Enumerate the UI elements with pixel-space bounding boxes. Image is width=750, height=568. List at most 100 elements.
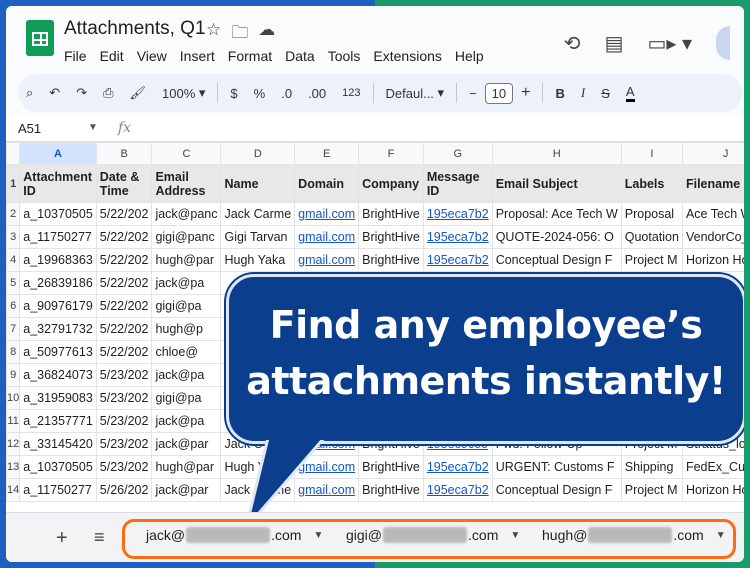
table-cell[interactable]: Project M (620, 478, 683, 502)
table-cell[interactable]: BrightHive (358, 248, 424, 272)
meet-video-icon[interactable]: ▭▸ ▾ (647, 31, 692, 56)
redo-icon[interactable]: ↷ (68, 85, 95, 101)
chevron-down-icon[interactable]: ▼ (88, 122, 98, 133)
version-history-icon[interactable]: ⟲ (564, 31, 581, 56)
column-header[interactable]: G (422, 142, 493, 165)
table-cell[interactable]: BrightHive (358, 478, 424, 502)
row-number[interactable]: 4 (6, 248, 21, 272)
table-cell[interactable]: Project M (620, 248, 683, 272)
bold-button[interactable]: B (547, 86, 572, 101)
table-cell[interactable]: 5/22/202 (95, 317, 153, 341)
table-cell[interactable]: gmail.com (294, 248, 360, 272)
table-cell[interactable]: 5/23/202 (95, 432, 153, 456)
table-cell[interactable]: a_11750277 (19, 478, 97, 502)
cloud-status-icon[interactable]: ☁ (258, 20, 275, 49)
move-to-folder-icon[interactable]: 🗀 (231, 20, 248, 49)
table-cell[interactable]: 195eca7b2 (422, 248, 493, 272)
header-cell[interactable]: Email Address (151, 164, 222, 203)
table-cell[interactable]: 195eca7b2 (422, 478, 493, 502)
table-cell[interactable]: FedEx_Custo (681, 455, 744, 479)
table-cell[interactable]: gmail.com (294, 202, 360, 226)
table-cell[interactable]: Horizon Hote (681, 478, 744, 502)
table-cell[interactable]: 195eca7b2 (422, 202, 493, 226)
table-cell[interactable]: a_11750277 (19, 225, 97, 249)
font-size-input[interactable]: 10 (484, 82, 514, 104)
row-number[interactable]: 7 (6, 317, 21, 341)
menu-tools[interactable]: Tools (328, 48, 361, 64)
all-sheets-menu-icon[interactable]: ≡ (94, 527, 105, 548)
row-number[interactable]: 5 (6, 271, 21, 295)
row-number[interactable]: 8 (6, 340, 21, 364)
table-cell[interactable]: a_26839186 (19, 271, 97, 295)
table-cell[interactable]: hugh@par (151, 455, 222, 479)
percent-format-button[interactable]: % (246, 86, 274, 101)
table-cell[interactable]: 195eca7b2 (422, 455, 493, 479)
table-cell[interactable]: 5/22/202 (95, 340, 153, 364)
add-sheet-button[interactable]: + (56, 527, 68, 550)
search-menus-icon[interactable]: ⌕ (18, 85, 41, 101)
table-cell[interactable]: Conceptual Design F (491, 248, 622, 272)
table-cell[interactable]: a_33145420 (19, 432, 97, 456)
decrease-font-size-button[interactable]: − (461, 86, 485, 101)
column-header[interactable]: E (294, 142, 360, 165)
column-header[interactable]: B (95, 142, 153, 165)
increase-font-size-button[interactable]: + (513, 84, 538, 102)
table-cell[interactable]: jack@pa (151, 363, 222, 387)
italic-button[interactable]: I (573, 85, 593, 101)
zoom-select[interactable]: 100% ▾ (154, 85, 213, 101)
table-cell[interactable]: BrightHive (358, 202, 424, 226)
menu-extensions[interactable]: Extensions (373, 48, 441, 64)
menu-view[interactable]: View (137, 48, 167, 64)
table-cell[interactable]: QUOTE-2024-056: O (491, 225, 622, 249)
chevron-down-icon[interactable]: ▼ (313, 530, 323, 541)
increase-decimal-button[interactable]: .00 (300, 86, 334, 101)
sheet-tab-gigi[interactable]: gigi@ .com ▼ (346, 527, 520, 543)
table-cell[interactable]: a_50977613 (19, 340, 97, 364)
undo-icon[interactable]: ↶ (41, 85, 68, 101)
table-cell[interactable]: 5/23/202 (95, 386, 153, 410)
column-header[interactable]: J (681, 142, 744, 165)
table-cell[interactable]: BrightHive (358, 455, 424, 479)
row-number[interactable]: 10 (6, 386, 21, 410)
row-number[interactable]: 13 (6, 455, 21, 479)
table-cell[interactable]: Quotation (620, 225, 683, 249)
paint-format-icon[interactable]: 🖌 (122, 85, 155, 101)
table-cell[interactable]: a_21357771 (19, 409, 97, 433)
font-select[interactable]: Defaul... ▾ (378, 85, 453, 101)
avatar[interactable] (716, 26, 730, 60)
table-cell[interactable]: VendorCo_Qu (681, 225, 744, 249)
table-cell[interactable]: URGENT: Customs F (491, 455, 622, 479)
menu-help[interactable]: Help (455, 48, 484, 64)
sheets-logo-icon[interactable] (26, 20, 54, 56)
table-cell[interactable]: 5/26/202 (95, 478, 153, 502)
table-cell[interactable]: Gigi Tarvan (220, 225, 296, 249)
name-box[interactable]: A51 (18, 121, 98, 136)
header-cell[interactable]: Email Subject (491, 164, 622, 203)
more-formats-button[interactable]: 123 (334, 87, 368, 99)
column-header[interactable]: F (358, 142, 424, 165)
select-all-corner[interactable] (6, 142, 21, 165)
row-number[interactable]: 1 (6, 164, 21, 203)
header-cell[interactable]: Attachment ID (19, 164, 97, 203)
column-header[interactable]: I (620, 142, 683, 165)
table-cell[interactable]: a_19968363 (19, 248, 97, 272)
table-cell[interactable]: 5/22/202 (95, 248, 153, 272)
column-header[interactable]: H (491, 142, 622, 165)
menu-file[interactable]: File (64, 48, 87, 64)
column-header[interactable]: A (19, 142, 97, 165)
table-cell[interactable]: Proposal (620, 202, 683, 226)
table-cell[interactable]: Jack Carme (220, 202, 296, 226)
table-cell[interactable]: a_31959083 (19, 386, 97, 410)
table-cell[interactable]: gmail.com (294, 478, 360, 502)
table-cell[interactable]: gmail.com (294, 225, 360, 249)
table-cell[interactable]: 195eca7b2 (422, 225, 493, 249)
table-cell[interactable]: hugh@par (151, 248, 222, 272)
menu-data[interactable]: Data (285, 48, 315, 64)
header-cell[interactable]: Company (358, 164, 424, 203)
table-cell[interactable]: 5/22/202 (95, 225, 153, 249)
table-cell[interactable]: Proposal: Ace Tech W (491, 202, 622, 226)
row-number[interactable]: 9 (6, 363, 21, 387)
table-cell[interactable]: 5/22/202 (95, 202, 153, 226)
table-cell[interactable]: a_10370505 (19, 455, 97, 479)
table-cell[interactable]: gmail.com (294, 455, 360, 479)
